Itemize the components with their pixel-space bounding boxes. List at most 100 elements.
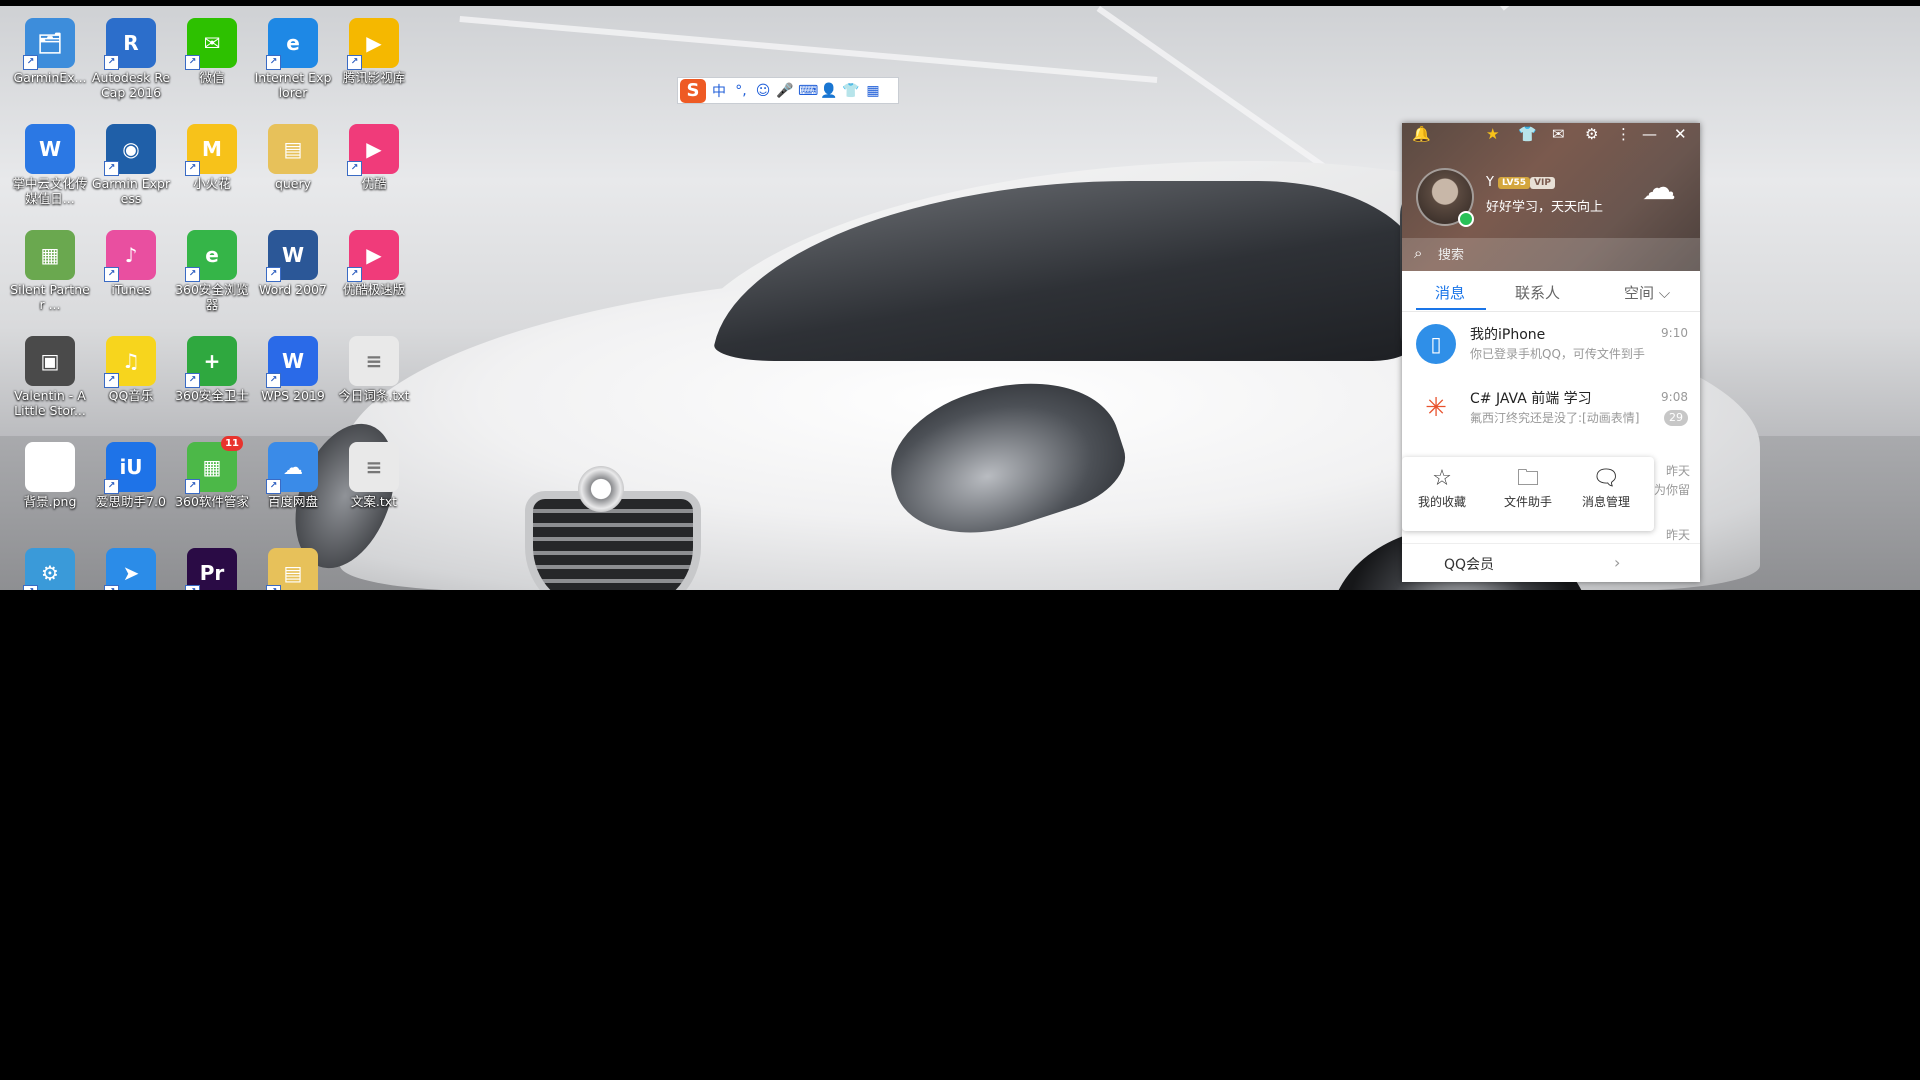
star-icon[interactable]: ★ xyxy=(1486,123,1499,145)
desktop-icon[interactable]: W 掌中云文化传媒值日... xyxy=(10,118,90,206)
ime-punctuation-icon[interactable]: °, xyxy=(732,83,750,99)
folder-icon: ▤ xyxy=(268,124,318,174)
favorites-button[interactable]: ☆ 我的收藏 xyxy=(1402,465,1482,510)
shortcut-arrow-icon: ↗ xyxy=(266,479,281,494)
close-icon[interactable]: ✕ xyxy=(1674,123,1687,145)
skin-icon[interactable]: 👕 xyxy=(1518,123,1537,145)
level-badge[interactable]: LV55 xyxy=(1498,177,1530,189)
file-assistant-button[interactable]: 🗀 文件助手 xyxy=(1488,465,1568,510)
bell-icon[interactable]: 🔔 xyxy=(1412,123,1431,145)
desktop-icon[interactable]: 背景.png xyxy=(10,436,90,509)
shortcut-arrow-icon: ↗ xyxy=(347,55,362,70)
ime-skin-icon[interactable]: 👕 xyxy=(842,83,860,99)
shortcut-arrow-icon: ↗ xyxy=(185,161,200,176)
desktop-icon[interactable]: ▤ query xyxy=(253,118,333,191)
message-manager-label: 消息管理 xyxy=(1581,495,1630,509)
search-input[interactable] xyxy=(1436,244,1680,266)
online-status-icon[interactable] xyxy=(1458,211,1474,227)
ime-chinese-mode[interactable]: 中 xyxy=(710,81,728,101)
youku-icon: ▶ ↗ xyxy=(347,124,399,176)
notification-badge: 11 xyxy=(221,436,243,451)
search-icon: ⌕ xyxy=(1414,244,1423,262)
desktop-icon[interactable]: e ↗ 360安全浏览器 xyxy=(172,224,252,312)
desktop-icon[interactable]: ▦ Silent Partner ... xyxy=(10,224,90,312)
unread-count-badge: 29 xyxy=(1664,410,1688,426)
app-manager-icon[interactable]: ⚙ xyxy=(1585,123,1598,145)
ime-emoji-icon[interactable]: ☺ xyxy=(754,83,772,99)
shortcut-arrow-icon: ↗ xyxy=(185,373,200,388)
baidu-netdisk-icon: ☁ ↗ xyxy=(266,442,318,494)
shortcut-arrow-icon: ↗ xyxy=(185,585,200,590)
desktop-icon[interactable]: e ↗ Internet Explorer xyxy=(253,12,333,100)
vip-badge[interactable]: VIP xyxy=(1530,177,1555,189)
desktop-icon[interactable]: ▶ ↗ 优酷 xyxy=(334,118,414,191)
search-bar[interactable]: ⌕ xyxy=(1402,238,1700,271)
favorites-label: 我的收藏 xyxy=(1417,495,1466,509)
list-item[interactable]: ▯ 我的iPhone 你已登录手机QQ，可传文件到手 9:10 xyxy=(1402,312,1700,376)
image-file-icon: ▦ xyxy=(25,230,75,280)
qq-vip-bar[interactable]: QQ会员 › xyxy=(1402,543,1700,582)
desktop-icon[interactable]: W ↗ WPS 2019 xyxy=(253,330,333,403)
desktop-icon-label: 360安全卫士 xyxy=(175,388,249,403)
xiaohuohua-icon: M ↗ xyxy=(185,124,237,176)
desktop-icon[interactable]: R ↗ Autodesk ReCap 2016 xyxy=(91,12,171,100)
mail-icon[interactable]: ✉ xyxy=(1552,123,1565,145)
signature[interactable]: 好好学习，天天向上 xyxy=(1486,196,1603,215)
desktop-icon[interactable]: ≡ 文案.txt xyxy=(334,436,414,509)
nickname[interactable]: Y xyxy=(1486,175,1494,190)
ime-voice-icon[interactable]: 🎤 xyxy=(776,83,794,99)
desktop-icon-label: 腾讯影视库 xyxy=(342,70,406,85)
shortcut-arrow-icon: ↗ xyxy=(104,267,119,282)
shortcut-arrow-icon: ↗ xyxy=(23,55,38,70)
shortcut-arrow-icon: ↗ xyxy=(266,373,281,388)
desktop-icon[interactable]: ◉ ↗ Garmin Express xyxy=(91,118,171,206)
desktop-icon[interactable]: ▦ ↗ 11 360软件管家 xyxy=(172,436,252,509)
desktop-icon-label: query xyxy=(274,176,312,191)
weather-cloud-icon[interactable]: ☁ xyxy=(1642,168,1690,208)
ime-keyboard-icon[interactable]: ⌨ xyxy=(798,83,818,99)
tab-contacts[interactable]: 联系人 xyxy=(1515,282,1560,303)
desktop-icon[interactable]: M ↗ 小火花 xyxy=(172,118,252,191)
minimize-icon[interactable]: — xyxy=(1642,123,1657,145)
ime-user-icon[interactable]: 👤 xyxy=(820,83,838,99)
sogou-ime-toolbar[interactable]: S 中 °, ☺ 🎤 ⌨ 👤 👕 ▦ xyxy=(677,77,899,104)
text-file-icon: ≡ xyxy=(349,442,399,492)
desktop-icon[interactable]: Pr↗ xyxy=(172,542,252,590)
qq-main-panel[interactable]: 🔔 ★ 👕 ✉ ⚙ ⋮ — ✕ Y LV55 VIP 好好学习，天天向上 ☁ ⌕… xyxy=(1402,123,1700,582)
desktop-icon[interactable]: ♫ ↗ QQ音乐 xyxy=(91,330,171,403)
shortcut-arrow-icon: ↗ xyxy=(104,55,119,70)
message-title: C# JAVA 前端 学习 xyxy=(1470,391,1592,407)
tab-space[interactable]: 空间 ⌵ xyxy=(1624,282,1670,303)
desktop-icon[interactable]: iU ↗ 爱思助手7.0 xyxy=(91,436,171,509)
shortcut-arrow-icon: ↗ xyxy=(266,585,281,590)
desktop-icon[interactable]: ☁ ↗ 百度网盘 xyxy=(253,436,333,509)
desktop-icon[interactable]: ▣ Valentin - A Little Stor... xyxy=(10,330,90,418)
desktop-icon[interactable]: + ↗ 360安全卫士 xyxy=(172,330,252,403)
desktop-icon[interactable]: ♪ ↗ iTunes xyxy=(91,224,171,297)
active-tab-indicator xyxy=(1416,308,1486,310)
tab-messages[interactable]: 消息 xyxy=(1435,282,1465,303)
more-icon[interactable]: ⋮ xyxy=(1616,123,1631,145)
ime-menu-icon[interactable]: ▦ xyxy=(864,83,882,99)
qq-tabs: 消息 联系人 空间 ⌵ xyxy=(1402,271,1700,312)
desktop-icon[interactable]: W ↗ Word 2007 xyxy=(253,224,333,297)
desktop-icon[interactable]: ➤↗ xyxy=(91,542,171,590)
desktop-icon[interactable]: ▶ ↗ 优酷极速版 xyxy=(334,224,414,297)
message-manager-button[interactable]: 🗨 消息管理 xyxy=(1566,465,1646,510)
message-time: 9:10 xyxy=(1661,326,1688,340)
sogou-logo-icon[interactable]: S xyxy=(680,78,706,103)
desktop-icon[interactable]: ⚙↗ xyxy=(10,542,90,590)
wps-icon: W ↗ xyxy=(266,336,318,388)
desktop-icon-label: Silent Partner ... xyxy=(10,282,90,312)
desktop-icon[interactable]: ≡ 今日词条.txt xyxy=(334,330,414,403)
tencent-video-folder-icon: ▶ ↗ xyxy=(347,18,399,70)
desktop-icon[interactable]: ✉ ↗ 微信 xyxy=(172,12,252,85)
shortcut-arrow-icon: ↗ xyxy=(347,267,362,282)
desktop-icon[interactable]: ▶ ↗ 腾讯影视库 xyxy=(334,12,414,85)
shortcut-arrow-icon: ↗ xyxy=(347,161,362,176)
360-browser-icon: e ↗ xyxy=(185,230,237,282)
list-item[interactable]: ✳ C# JAVA 前端 学习 氟西汀终究还是没了:[动画表情] 9:08 29 xyxy=(1402,376,1700,440)
desktop-icon-label: 爱思助手7.0 xyxy=(96,494,166,509)
desktop-icon[interactable]: ▤↗ xyxy=(253,542,333,590)
desktop-icon[interactable]: 🗂 ↗ GarminEx... xyxy=(10,12,90,85)
